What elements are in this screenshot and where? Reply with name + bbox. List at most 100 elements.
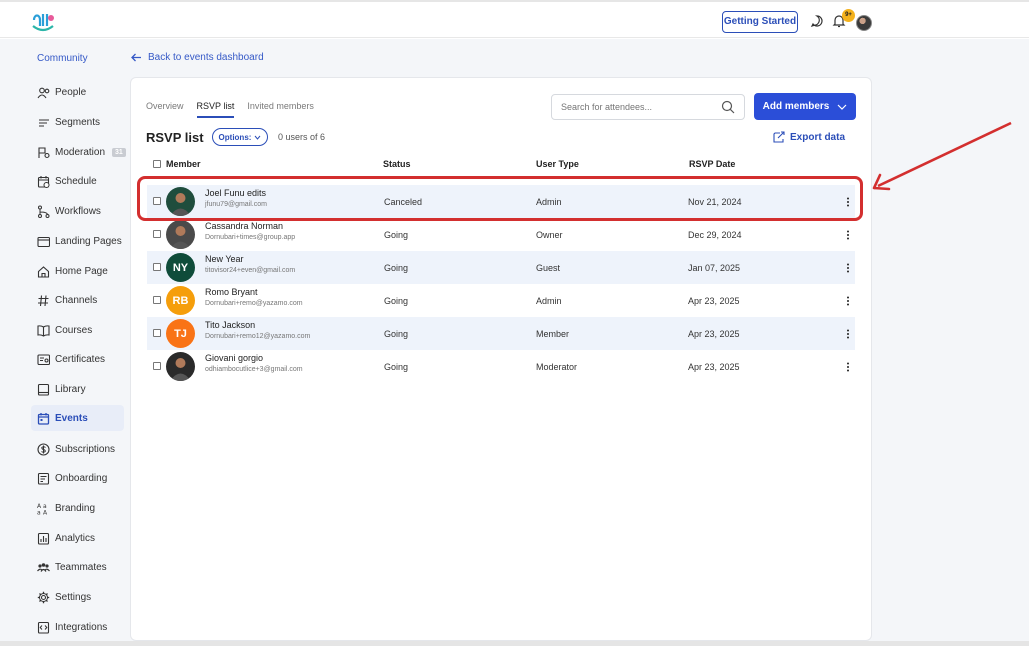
back-link-label: Back to events dashboard [148, 52, 264, 63]
avatar [166, 352, 195, 381]
svg-text:a: a [37, 509, 41, 515]
highlight-annotation [137, 176, 863, 221]
sidebar-item-moderation[interactable]: Moderation 31 [37, 140, 126, 164]
sidebar-item-label: People [55, 86, 87, 98]
sidebar-item-label: Teammates [55, 561, 107, 573]
tab-overview[interactable]: Overview [146, 101, 184, 118]
sidebar-item-schedule[interactable]: Schedule [37, 169, 125, 193]
sidebar-item-segments[interactable]: Segments [37, 110, 125, 134]
sidebar-item-label: Library [55, 383, 86, 395]
sidebar-item-label: Schedule [55, 175, 97, 187]
member-name: New Year [205, 254, 244, 264]
notification-badge: 9+ [842, 9, 855, 22]
rsvp-date: Jan 07, 2025 [688, 263, 741, 273]
sidebar-item-workflows[interactable]: Workflows [37, 199, 125, 223]
segments-icon [39, 118, 49, 127]
options-dropdown[interactable]: Options: [212, 128, 268, 146]
getting-started-button[interactable]: Getting Started [722, 11, 798, 33]
sidebar-item-label: Certificates [55, 353, 106, 365]
tab-invited-members[interactable]: Invited members [247, 101, 314, 118]
header-user-type[interactable]: User Type [536, 159, 579, 169]
sidebar-item-label: Events [55, 412, 88, 424]
sidebar-item-home-page[interactable]: Home Page [37, 259, 125, 283]
avatar [166, 220, 195, 249]
sidebar-item-certificates[interactable]: Certificates [37, 347, 125, 371]
sidebar-item-teammates[interactable]: Teammates [37, 555, 125, 579]
select-all-checkbox[interactable] [153, 160, 161, 168]
member-email: Dornubari+remo@yazamo.com [205, 300, 303, 307]
add-members-label: Add members [762, 101, 830, 112]
gear-icon [37, 591, 50, 603]
event-tabs: Overview RSVP list Invited members [146, 101, 314, 118]
sidebar-item-label: Segments [55, 116, 101, 128]
tab-rsvp-list[interactable]: RSVP list [196, 101, 235, 118]
sidebar-item-channels[interactable]: Channels [37, 288, 125, 312]
table-row[interactable]: Giovani gorgio odhiambocutlice+3@gmail.co… [147, 350, 855, 383]
sidebar-item-subscriptions[interactable]: Subscriptions [37, 437, 125, 461]
add-members-button[interactable]: Add members [754, 93, 856, 120]
sidebar-item-onboarding[interactable]: Onboarding [37, 466, 125, 490]
table-row[interactable]: Cassandra Norman Dornubari+times@group.ap… [147, 218, 855, 251]
calendar-icon [37, 412, 50, 425]
rsvp-date: Apr 23, 2025 [688, 329, 740, 339]
sidebar-item-courses[interactable]: Courses [37, 318, 125, 342]
analytics-icon [37, 532, 50, 545]
header-member[interactable]: Member [166, 159, 201, 169]
sidebar-item-events[interactable]: Events [31, 405, 124, 431]
sidebar-item-branding[interactable]: Aa a A Branding [37, 496, 125, 520]
table-row[interactable]: NY New Year titovisor24+even@gmail.com Goin… [147, 251, 855, 284]
sidebar-item-label: Courses [55, 324, 93, 336]
user-type: Moderator [536, 362, 578, 372]
chat-icon[interactable] [810, 14, 824, 28]
sidebar-item-library[interactable]: Library [37, 377, 125, 401]
row-checkbox[interactable] [153, 329, 161, 337]
sidebar-item-label: Workflows [55, 205, 101, 217]
search-input[interactable] [561, 102, 711, 112]
back-to-events-link[interactable]: Back to events dashboard [131, 52, 264, 63]
export-data-button[interactable]: Export data [772, 131, 845, 144]
rsvp-status: Going [384, 296, 409, 306]
avatar: NY [166, 253, 195, 282]
sidebar-section-community[interactable]: Community [37, 53, 88, 64]
attendee-search[interactable] [551, 94, 745, 120]
row-checkbox[interactable] [153, 263, 161, 271]
sidebar-item-people[interactable]: People [37, 80, 125, 104]
row-checkbox[interactable] [153, 230, 161, 238]
table-row[interactable]: TJ Tito Jackson Dornubari+remo12@yazamo.co… [147, 317, 855, 350]
export-data-label: Export data [790, 132, 846, 143]
app-frame: Getting Started 9+ Community People Segme… [0, 0, 1029, 646]
avatar: TJ [166, 319, 195, 348]
more-options-icon[interactable] [845, 360, 851, 374]
sidebar-item-label: Integrations [55, 621, 108, 633]
table-row[interactable]: RB Romo Bryant Dornubari+remo@yazamo.com Go… [147, 284, 855, 317]
member-name: Cassandra Norman [205, 221, 284, 231]
rsvp-date: Apr 23, 2025 [688, 362, 740, 372]
sidebar-item-settings[interactable]: Settings [37, 585, 125, 609]
sidebar-item-analytics[interactable]: Analytics [37, 526, 125, 550]
row-checkbox[interactable] [153, 362, 161, 370]
export-icon [773, 131, 785, 143]
sidebar-item-integrations[interactable]: Integrations [37, 615, 125, 639]
teammates-icon [37, 562, 50, 572]
sidebar-item-label: Channels [55, 294, 98, 306]
more-options-icon[interactable] [845, 261, 851, 275]
sidebar-item-landing-pages[interactable]: Landing Pages [37, 229, 125, 253]
member-email: Dornubari+times@group.app [205, 234, 296, 241]
user-avatar[interactable] [856, 15, 872, 31]
more-options-icon[interactable] [845, 294, 851, 308]
sidebar-item-label: Settings [55, 591, 92, 603]
dollar-icon [37, 442, 50, 456]
sidebar-item-label: Landing Pages [55, 235, 122, 247]
options-label: Options: [218, 132, 252, 142]
book-icon [37, 324, 50, 337]
header-rsvp-date[interactable]: RSVP Date [689, 159, 735, 169]
top-bar: Getting Started 9+ [0, 4, 1029, 38]
header-status[interactable]: Status [383, 159, 411, 169]
brand-logo[interactable] [30, 10, 56, 34]
row-checkbox[interactable] [153, 296, 161, 304]
bottom-scroll-bar [0, 641, 1029, 646]
more-options-icon[interactable] [845, 327, 851, 341]
arrow-left-icon [131, 53, 141, 62]
search-icon[interactable] [721, 100, 735, 114]
more-options-icon[interactable] [845, 228, 851, 242]
